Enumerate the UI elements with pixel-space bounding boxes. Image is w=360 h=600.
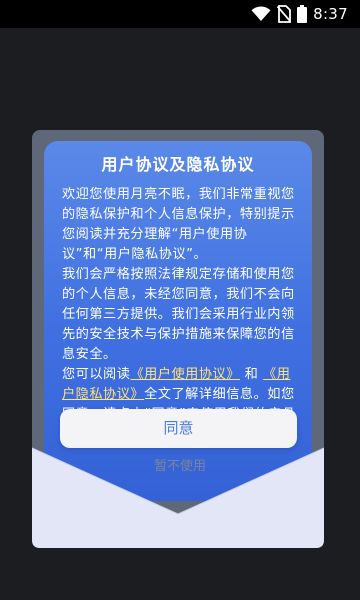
decline-button[interactable]: 暂不使用 — [120, 456, 240, 478]
status-time: 8:37 — [313, 5, 348, 23]
envelope-front — [32, 447, 324, 548]
agree-button[interactable]: 同意 — [60, 409, 297, 448]
screen: 8:37 用户协议及隐私协议 欢迎您使用月亮不眠，我们非常重视您的隐私保护和个人… — [0, 0, 360, 600]
no-sim-icon — [277, 5, 292, 23]
status-bar: 8:37 — [0, 0, 360, 28]
battery-icon — [297, 5, 308, 23]
wifi-icon — [251, 6, 271, 22]
status-icons: 8:37 — [251, 4, 348, 24]
